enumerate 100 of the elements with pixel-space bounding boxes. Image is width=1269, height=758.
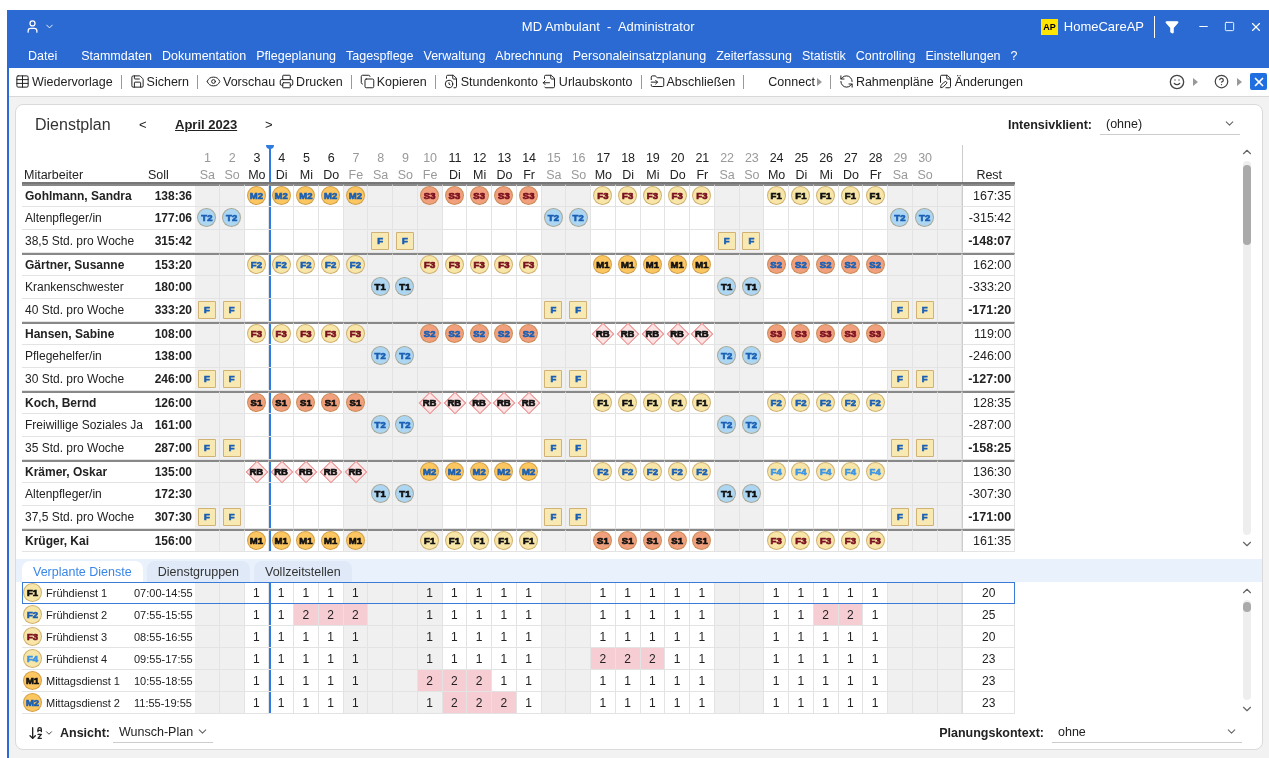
shift-badge[interactable]: RB (691, 323, 713, 345)
intensiv-select[interactable]: (ohne) (1100, 114, 1240, 135)
day-header[interactable]: 28 (863, 144, 888, 165)
toolbar-button[interactable]: Abschließen (647, 74, 738, 90)
menu-item[interactable]: Dokumentation (157, 48, 252, 63)
month-link[interactable]: April 2023 (175, 117, 265, 133)
toolbar-button[interactable]: Änderungen (935, 74, 1025, 90)
day-header[interactable]: 26 (813, 144, 839, 165)
day-header[interactable]: 18 (615, 144, 641, 165)
day-header[interactable]: 23 (739, 144, 765, 165)
toolbar-button[interactable]: Drucken (277, 74, 345, 90)
menu-item[interactable]: Controlling (850, 48, 921, 63)
shift-code: T2 (919, 212, 931, 223)
day-header[interactable]: 8 (368, 144, 393, 165)
shift-badge[interactable]: F3 (23, 627, 42, 647)
brand-badge: AP (1041, 18, 1058, 35)
context-select[interactable]: ohne (1052, 722, 1242, 743)
day-header[interactable]: 11 (442, 144, 468, 165)
day-header[interactable]: 10 (417, 144, 443, 165)
toolbar-button[interactable]: Kopieren (357, 74, 429, 90)
panel-tab[interactable]: Dienstgruppen (146, 561, 250, 583)
count-cell: 1 (343, 670, 369, 693)
menu-item[interactable]: Verwaltung (418, 48, 491, 63)
menu-item[interactable]: Tagespflege (341, 48, 419, 63)
day-header[interactable]: 3 (244, 144, 270, 165)
day-header[interactable]: 30 (912, 144, 938, 165)
toolbar-button[interactable]: Urlaubskonto (539, 74, 635, 90)
service-row[interactable]: F3 Frühdienst 3 08:55-16:55 1 1 1 1 1 1 1 1 1 1 1 1 1 1 1 1 1 1 1 1 20 (22, 626, 1015, 649)
menu-item[interactable]: ? (1005, 48, 1023, 63)
service-row[interactable]: M2 Mittagsdienst 2 11:55-19:55 1 1 1 1 1 1 2 2 2 1 1 1 1 1 1 1 1 1 1 1 23 (22, 692, 1015, 715)
day-header[interactable]: 2 (219, 144, 245, 165)
day-header[interactable]: 24 (764, 144, 789, 165)
shift-badge[interactable]: RB (320, 461, 342, 483)
day-header[interactable]: 21 (690, 144, 715, 165)
menu-item[interactable]: Stammdaten (76, 48, 158, 63)
view-select[interactable]: Wunsch-Plan (113, 722, 213, 743)
shift-code: S2 (448, 328, 461, 339)
shift-badge[interactable]: RB (468, 392, 490, 414)
weekday-label: Mo (594, 167, 613, 182)
shift-badge[interactable]: M2 (23, 693, 42, 713)
shift-code: F (921, 373, 928, 384)
day-header[interactable]: 29 (888, 144, 913, 165)
shift-code: F2 (844, 397, 856, 408)
toolbar-button[interactable]: Stundenkonto (441, 74, 540, 90)
shift-badge[interactable]: F1 (23, 583, 42, 603)
day-header[interactable]: 14 (516, 144, 542, 165)
shift-badge[interactable]: RB (666, 323, 688, 345)
shift-badge[interactable]: RB (419, 392, 441, 414)
day-header[interactable]: 1 (195, 144, 220, 165)
day-header[interactable]: 6 (318, 144, 344, 165)
count-cell: 1 (813, 648, 839, 671)
menu-item[interactable]: Statistik (796, 48, 851, 63)
target-hours: 126:00 (148, 390, 195, 414)
day-header[interactable]: 12 (467, 144, 492, 165)
shift-code: F3 (275, 328, 287, 339)
next-month-button[interactable]: > (265, 117, 285, 133)
shift-badge[interactable]: RB (592, 323, 614, 345)
toolbar-button[interactable]: Rahmenpläne (836, 74, 936, 90)
day-header[interactable]: 22 (714, 144, 740, 165)
shift-badge[interactable]: RB (270, 461, 292, 483)
day-header[interactable]: 27 (838, 144, 864, 165)
menu-item[interactable]: Pflegeplanung (251, 48, 342, 63)
service-row[interactable]: M1 Mittagsdienst 1 10:55-18:55 1 1 1 1 1 2 2 2 1 1 1 1 1 1 1 1 1 1 1 1 23 (22, 670, 1015, 693)
previous-month-button[interactable]: < (139, 117, 175, 133)
menu-item[interactable]: Zeiterfassung (711, 48, 797, 63)
toolbar-button[interactable]: Wiedervorlage (13, 74, 115, 90)
shift-code: S2 (423, 328, 436, 339)
day-header[interactable]: 17 (591, 144, 616, 165)
remaining-hours: -333:20 (962, 275, 1015, 299)
day-header[interactable]: 13 (492, 144, 517, 165)
toolbar-button[interactable]: Vorschau (204, 74, 278, 90)
shift-badge[interactable]: RB (295, 461, 317, 483)
day-header[interactable]: 9 (393, 144, 418, 165)
panel-tab[interactable]: Vollzeitstellen (254, 561, 352, 583)
shift-badge[interactable]: RB (617, 323, 639, 345)
shift-code: F3 (869, 535, 881, 546)
shift-badge[interactable]: RB (493, 392, 515, 414)
menu-item[interactable]: Einstellungen (920, 48, 1006, 63)
toolbar-button[interactable]: Sichern (127, 74, 191, 90)
service-row[interactable]: F1 Frühdienst 1 07:00-14:55 1 1 1 1 1 1 1 1 1 1 1 1 1 1 1 1 1 1 1 1 20 (22, 582, 1015, 605)
shift-badge[interactable]: F2 (23, 605, 42, 625)
shift-badge[interactable]: RB (518, 392, 540, 414)
day-header[interactable]: 5 (294, 144, 319, 165)
service-row[interactable]: F2 Frühdienst 2 07:55-15:55 1 1 2 2 2 1 1 1 1 1 1 1 1 1 1 1 1 2 2 1 25 (22, 604, 1015, 627)
day-header[interactable]: 20 (665, 144, 690, 165)
day-header[interactable]: 7 (343, 144, 369, 165)
shift-badge[interactable]: M1 (23, 671, 42, 691)
day-header[interactable]: 25 (789, 144, 814, 165)
day-header[interactable]: 4 (269, 144, 294, 165)
count-cell: 1 (640, 670, 666, 693)
menu-item[interactable]: Abrechnung (490, 48, 568, 63)
panel-tab[interactable]: Verplante Dienste (22, 561, 143, 583)
menu-item[interactable]: Datei (23, 48, 63, 63)
shift-code: S1 (621, 535, 634, 546)
shift-code: M2 (423, 466, 437, 477)
service-row[interactable]: F4 Frühdienst 4 09:55-17:55 1 1 1 1 1 1 1 1 1 1 2 2 2 1 1 1 1 1 1 1 23 (22, 648, 1015, 671)
menu-item[interactable]: Personaleinsatzplanung (567, 48, 712, 63)
day-header[interactable]: 19 (640, 144, 666, 165)
count-cell: 1 (838, 692, 864, 715)
toolbar-menu[interactable]: Connect (766, 74, 824, 89)
